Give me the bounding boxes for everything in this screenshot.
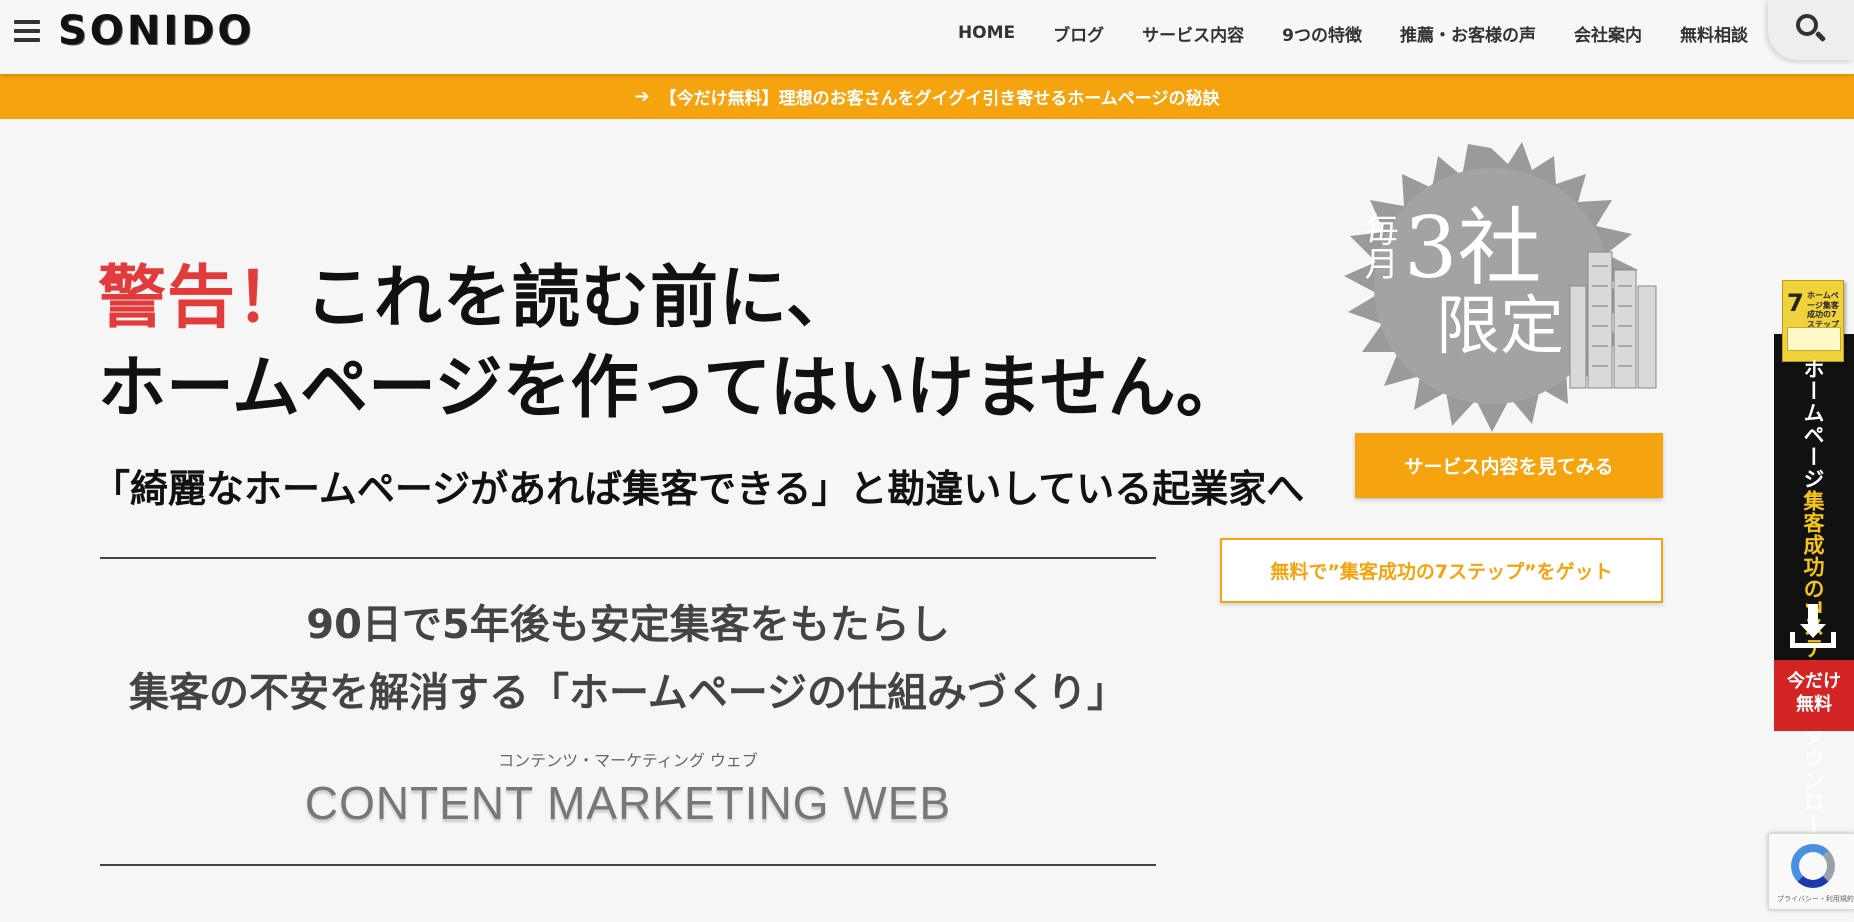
free-now-label-1: 今だけ bbox=[1787, 671, 1841, 692]
ebook-cover-icon: 7 ホームページ集客成功の7ステップ bbox=[1782, 280, 1844, 362]
main-nav: HOME ブログ サービス内容 9つの特徴 推薦・お客様の声 会社案内 無料相談 bbox=[958, 0, 1748, 66]
free-now-label: 今だけ 無料 bbox=[1774, 660, 1854, 731]
side-tab-text-1: ホームページ bbox=[1801, 358, 1825, 490]
site-header: SONIDO HOME ブログ サービス内容 9つの特徴 推薦・お客様の声 会社… bbox=[0, 0, 1854, 74]
promo-banner[interactable]: ➔ 【今だけ無料】理想のお客さんをグイグイ引き寄せるホームページの秘訣 bbox=[0, 74, 1854, 119]
side-tab-text-2: 集客成功の bbox=[1801, 490, 1825, 600]
arrow-right-icon: ➔ bbox=[634, 86, 650, 107]
view-services-button[interactable]: サービス内容を見てみる bbox=[1355, 433, 1663, 498]
subheadline: 「綺麗なホームページがあれば集客できる」と勘違いしている起業家へ bbox=[92, 467, 1305, 511]
warning-label: 警告！ bbox=[98, 259, 306, 338]
nav-testimonials[interactable]: 推薦・お客様の声 bbox=[1400, 21, 1536, 46]
warning-text: これを読む前に、 bbox=[305, 259, 855, 338]
divider-bottom bbox=[100, 864, 1156, 866]
brand-name: CONTENT MARKETING WEB bbox=[304, 777, 952, 829]
nav-blog[interactable]: ブログ bbox=[1053, 21, 1104, 46]
nav-consultation[interactable]: 無料相談 bbox=[1680, 21, 1748, 46]
search-button[interactable] bbox=[1768, 0, 1854, 60]
lead-line-2: 集客の不安を解消する「ホームページの仕組みづくり」 bbox=[129, 670, 1127, 716]
divider-top bbox=[100, 557, 1156, 559]
recaptcha-badge[interactable]: プライバシー・利用規約 bbox=[1768, 833, 1854, 910]
warning-headline-line2: ホームページを作ってはいけません。 bbox=[98, 349, 1244, 428]
badge-monthly: 毎月 bbox=[1358, 212, 1399, 280]
nav-home[interactable]: HOME bbox=[958, 23, 1015, 43]
recaptcha-terms[interactable]: プライバシー・利用規約 bbox=[1777, 894, 1854, 904]
free-now-label-2: 無料 bbox=[1796, 694, 1832, 716]
badge-count: 3社 bbox=[1404, 199, 1542, 297]
menu-icon[interactable] bbox=[14, 20, 40, 42]
promo-banner-text[interactable]: 【今だけ無料】理想のお客さんをグイグイ引き寄せるホームページの秘訣 bbox=[660, 84, 1220, 109]
ebook-number: 7 bbox=[1787, 289, 1804, 317]
nav-company[interactable]: 会社案内 bbox=[1574, 21, 1642, 46]
nav-services[interactable]: サービス内容 bbox=[1142, 21, 1244, 46]
warning-headline: 警告！これを読む前に、 bbox=[98, 259, 855, 338]
get-free-steps-button[interactable]: 無料で”集客成功の7ステップ”をゲット bbox=[1220, 538, 1663, 603]
site-logo[interactable]: SONIDO bbox=[58, 8, 254, 54]
recaptcha-icon bbox=[1791, 844, 1835, 888]
download-icon bbox=[1788, 604, 1838, 650]
badge-limited: 限定 bbox=[1436, 290, 1564, 364]
nav-features[interactable]: 9つの特徴 bbox=[1282, 21, 1362, 46]
ebook-title: ホームページ集客成功の7ステップ bbox=[1807, 291, 1839, 329]
brand-kana: コンテンツ・マーケティング ウェブ bbox=[498, 751, 758, 770]
lead-line-1: 90日で5年後も安定集客をもたらし bbox=[306, 602, 950, 648]
download-side-tab[interactable]: 7 ホームページ集客成功の7ステップ ホームページ集客成功の7ステップをダウンロ… bbox=[1774, 280, 1854, 858]
